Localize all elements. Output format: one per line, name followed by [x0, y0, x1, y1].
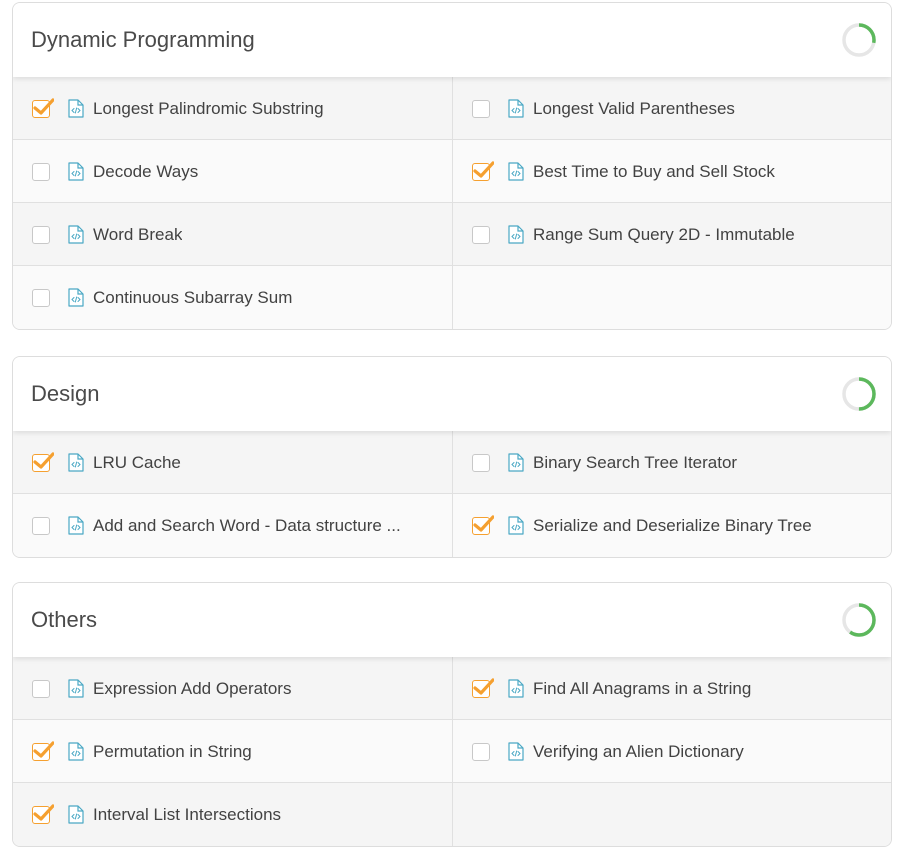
- question-item[interactable]: Continuous Subarray Sum: [13, 266, 453, 329]
- file-code-icon: [68, 453, 84, 472]
- question-item[interactable]: Serialize and Deserialize Binary Tree: [453, 494, 891, 557]
- question-link[interactable]: Binary Search Tree Iterator: [533, 431, 737, 494]
- file-code-icon: [508, 742, 524, 761]
- checkmark-icon: [33, 452, 54, 469]
- question-grid: LRU Cache Binary Search Tree Iterator Add …: [13, 431, 891, 557]
- question-link[interactable]: LRU Cache: [93, 431, 181, 494]
- question-item[interactable]: Binary Search Tree Iterator: [453, 431, 891, 494]
- question-item[interactable]: Longest Palindromic Substring: [13, 77, 453, 140]
- question-item[interactable]: Longest Valid Parentheses: [453, 77, 891, 140]
- checkmark-icon: [473, 678, 494, 695]
- file-code-icon: [68, 742, 84, 761]
- checkbox[interactable]: [472, 226, 490, 244]
- checkbox[interactable]: [472, 743, 490, 761]
- section-title: Dynamic Programming: [31, 27, 255, 52]
- empty-cell: [453, 783, 891, 846]
- question-link[interactable]: Longest Valid Parentheses: [533, 77, 735, 140]
- question-item[interactable]: Expression Add Operators: [13, 657, 453, 720]
- file-code-icon: [68, 225, 84, 244]
- section-header[interactable]: Others: [13, 583, 891, 657]
- progress-ring-icon: [842, 23, 876, 57]
- checkbox[interactable]: [472, 454, 490, 472]
- question-grid: Expression Add Operators Find All Anagram…: [13, 657, 891, 846]
- checkbox[interactable]: [472, 100, 490, 118]
- file-code-icon: [508, 99, 524, 118]
- checkbox[interactable]: [32, 680, 50, 698]
- file-code-icon: [68, 162, 84, 181]
- question-item[interactable]: Word Break: [13, 203, 453, 266]
- checkbox-checked[interactable]: [32, 452, 54, 472]
- checkbox-checked[interactable]: [32, 741, 54, 761]
- file-code-icon: [508, 162, 524, 181]
- section-card: Dynamic Programming Longest Palindromic S…: [12, 2, 892, 330]
- file-code-icon: [508, 516, 524, 535]
- file-code-icon: [68, 805, 84, 824]
- question-item[interactable]: Best Time to Buy and Sell Stock: [453, 140, 891, 203]
- question-item[interactable]: LRU Cache: [13, 431, 453, 494]
- progress-ring-icon: [842, 377, 876, 411]
- checkbox-checked[interactable]: [32, 804, 54, 824]
- question-link[interactable]: Decode Ways: [93, 140, 198, 203]
- empty-cell: [453, 266, 891, 329]
- file-code-icon: [68, 288, 84, 307]
- section-header[interactable]: Dynamic Programming: [13, 3, 891, 77]
- section-card: Others Expression Add Operators Find All A…: [12, 582, 892, 847]
- question-item[interactable]: Interval List Intersections: [13, 783, 453, 846]
- file-code-icon: [68, 516, 84, 535]
- file-code-icon: [68, 679, 84, 698]
- checkbox-checked[interactable]: [32, 98, 54, 118]
- question-link[interactable]: Find All Anagrams in a String: [533, 657, 751, 720]
- file-code-icon: [508, 225, 524, 244]
- checkbox[interactable]: [32, 289, 50, 307]
- section-title: Others: [31, 607, 98, 632]
- question-link[interactable]: Best Time to Buy and Sell Stock: [533, 140, 775, 203]
- question-link[interactable]: Expression Add Operators: [93, 657, 291, 720]
- question-item[interactable]: Range Sum Query 2D - Immutable: [453, 203, 891, 266]
- question-link[interactable]: Continuous Subarray Sum: [93, 266, 292, 329]
- checkbox[interactable]: [32, 226, 50, 244]
- question-link[interactable]: Permutation in String: [93, 720, 252, 783]
- checkbox[interactable]: [32, 163, 50, 181]
- section-title: Design: [31, 381, 100, 406]
- file-code-icon: [508, 679, 524, 698]
- question-link[interactable]: Word Break: [93, 203, 182, 266]
- checkbox-checked[interactable]: [472, 678, 494, 698]
- checkbox-checked[interactable]: [472, 515, 494, 535]
- checkmark-icon: [33, 804, 54, 821]
- question-item[interactable]: Add and Search Word - Data structure ...: [13, 494, 453, 557]
- question-item[interactable]: Decode Ways: [13, 140, 453, 203]
- section-header[interactable]: Design: [13, 357, 891, 431]
- checkmark-icon: [33, 741, 54, 758]
- question-link[interactable]: Serialize and Deserialize Binary Tree: [533, 494, 812, 557]
- question-link[interactable]: Range Sum Query 2D - Immutable: [533, 203, 795, 266]
- file-code-icon: [508, 453, 524, 472]
- question-item[interactable]: Permutation in String: [13, 720, 453, 783]
- question-link[interactable]: Add and Search Word - Data structure ...: [93, 494, 401, 557]
- checkmark-icon: [473, 515, 494, 532]
- question-item[interactable]: Verifying an Alien Dictionary: [453, 720, 891, 783]
- file-code-icon: [68, 99, 84, 118]
- question-item[interactable]: Find All Anagrams in a String: [453, 657, 891, 720]
- question-grid: Longest Palindromic Substring Longest Val…: [13, 77, 891, 329]
- progress-ring-icon: [842, 603, 876, 637]
- checkbox[interactable]: [32, 517, 50, 535]
- question-link[interactable]: Longest Palindromic Substring: [93, 77, 324, 140]
- section-card: Design LRU Cache Binary Search Tree Iterat…: [12, 356, 892, 558]
- checkbox-checked[interactable]: [472, 161, 494, 181]
- question-link[interactable]: Interval List Intersections: [93, 783, 281, 846]
- checkmark-icon: [473, 161, 494, 178]
- checkmark-icon: [33, 98, 54, 115]
- question-link[interactable]: Verifying an Alien Dictionary: [533, 720, 744, 783]
